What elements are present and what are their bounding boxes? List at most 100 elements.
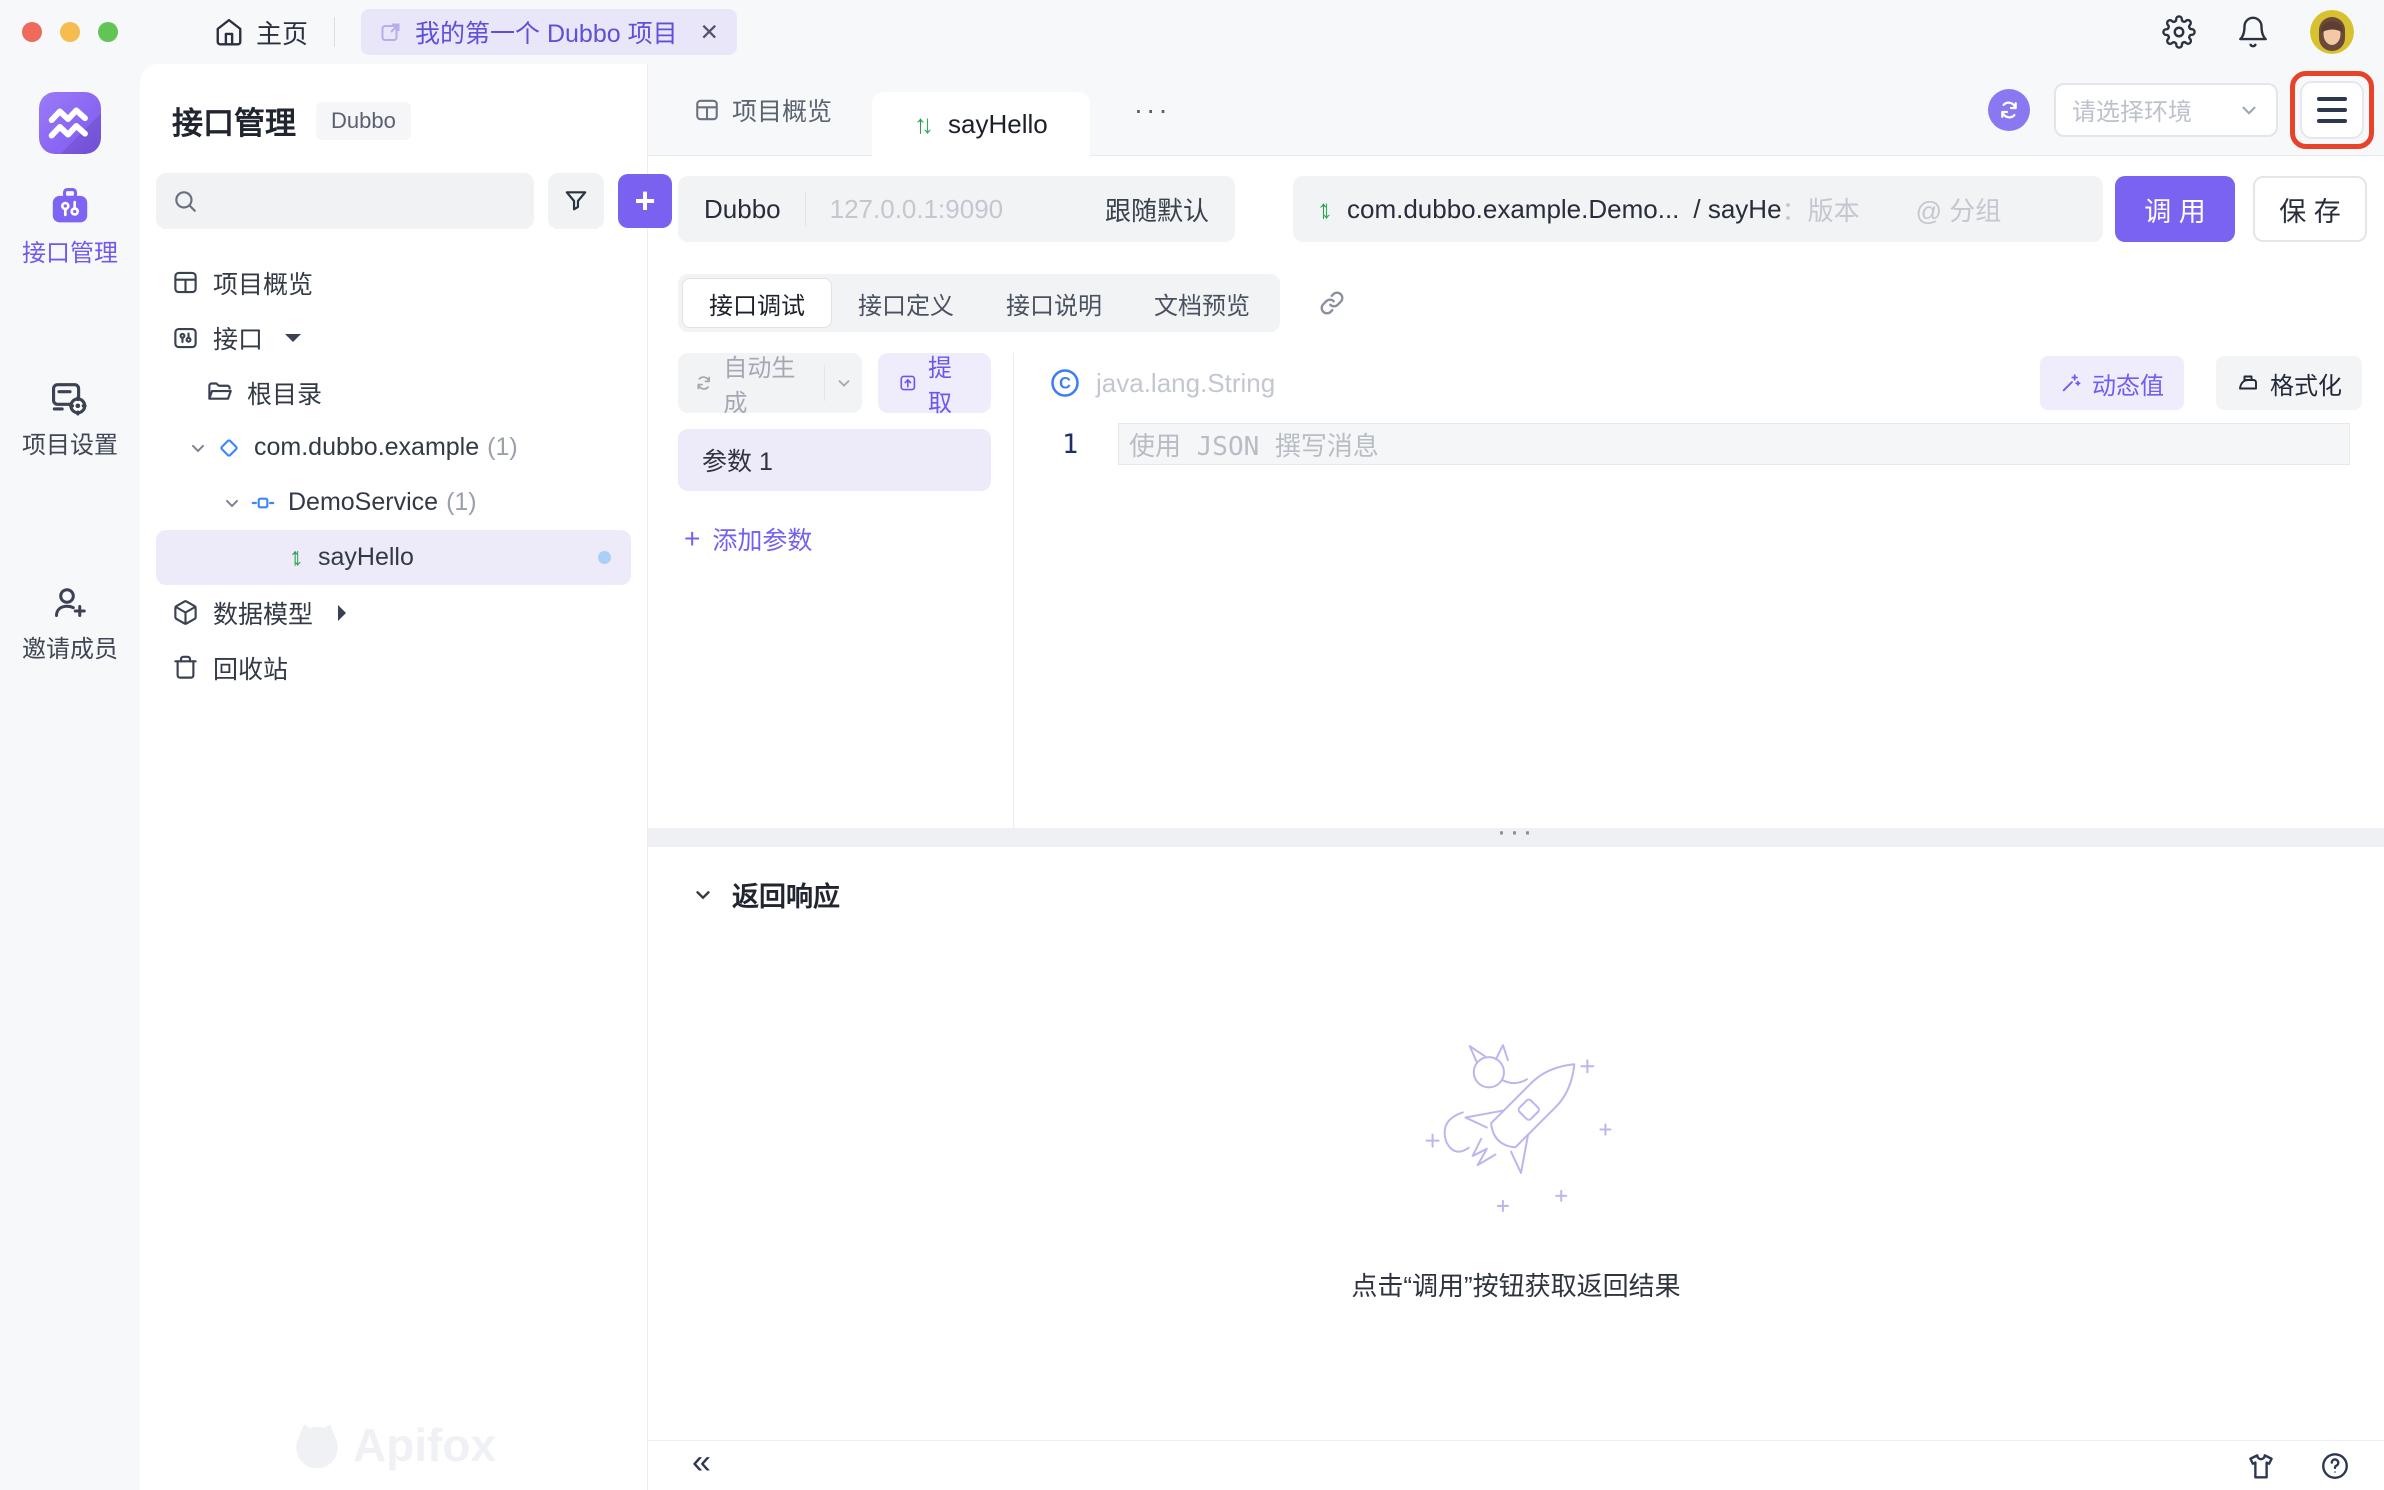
- tree-label: 项目概览: [213, 265, 313, 301]
- user-avatar[interactable]: [2310, 10, 2354, 54]
- json-editor[interactable]: 1 使用 JSON 撰写消息: [1014, 413, 2384, 828]
- apifox-logo[interactable]: [39, 92, 101, 154]
- dynamic-value-button[interactable]: 动态值: [2040, 356, 2184, 410]
- service-node-icon: [250, 490, 276, 516]
- person-add-icon: [51, 584, 89, 620]
- chevron-down-icon[interactable]: [188, 438, 208, 458]
- line-number: 1: [1062, 429, 1078, 460]
- method-name[interactable]: / sayHe: [1693, 194, 1781, 225]
- version-input[interactable]: 版本: [1808, 191, 1860, 228]
- rail-item-api-management[interactable]: 接口管理: [22, 188, 118, 268]
- subtab-debug[interactable]: 接口调试: [682, 278, 832, 328]
- project-tab[interactable]: 我的第一个 Dubbo 项目 ✕: [361, 9, 737, 55]
- sidebar-item-trash[interactable]: 回收站: [156, 640, 631, 695]
- api-debug-content: Dubbo 127.0.0.1:9090 跟随默认 ↑↓ com.dubbo.e…: [648, 156, 2384, 1490]
- tree-label: com.dubbo.example: [254, 433, 479, 462]
- service-name[interactable]: com.dubbo.example.Demo...: [1347, 194, 1679, 225]
- tab-project-overview[interactable]: 项目概览: [694, 92, 832, 128]
- api-box-icon: [172, 324, 199, 351]
- environment-select[interactable]: 请选择环境: [2054, 83, 2278, 137]
- add-button[interactable]: +: [618, 174, 672, 228]
- editor-current-line[interactable]: 使用 JSON 撰写消息: [1118, 423, 2350, 465]
- autogen-label: 自动生成: [723, 348, 808, 418]
- refresh-icon: [694, 372, 713, 394]
- settings-gear-icon[interactable]: [2162, 15, 2196, 49]
- tree-item-package[interactable]: com.dubbo.example (1): [156, 420, 631, 475]
- tab-label: sayHello: [948, 109, 1048, 140]
- protocol-label[interactable]: Dubbo: [704, 194, 781, 225]
- response-header[interactable]: 返回响应: [692, 875, 840, 914]
- subtab-definition[interactable]: 接口定义: [832, 278, 980, 328]
- panel-splitter[interactable]: ···: [648, 829, 2384, 847]
- empty-state-text: 点击“调用”按钮获取返回结果: [1351, 1266, 1680, 1303]
- close-icon[interactable]: ✕: [700, 19, 719, 46]
- invoke-button[interactable]: 调 用: [2115, 176, 2235, 242]
- rail-item-invite-members[interactable]: 邀请成员: [22, 584, 118, 664]
- sync-button[interactable]: [1988, 89, 2030, 131]
- caret-right-icon[interactable]: [338, 605, 354, 621]
- group-input[interactable]: @ 分组: [1916, 191, 2002, 228]
- sidebar-item-api-section[interactable]: 接口: [156, 310, 631, 365]
- sidebar-item-project-overview[interactable]: 项目概览: [156, 255, 631, 310]
- updown-arrows-icon: ↑↓: [289, 543, 304, 572]
- subtab-description[interactable]: 接口说明: [980, 278, 1128, 328]
- address-input[interactable]: 127.0.0.1:9090: [830, 194, 1105, 225]
- tree-item-service[interactable]: DemoService (1): [156, 475, 631, 530]
- subtab-doc-preview[interactable]: 文档预览: [1128, 278, 1276, 328]
- help-icon[interactable]: [2320, 1451, 2350, 1481]
- param-type[interactable]: java.lang.String: [1096, 368, 1275, 399]
- endpoint-group[interactable]: Dubbo 127.0.0.1:9090 跟随默认: [678, 176, 1235, 242]
- more-tabs-button[interactable]: ···: [1134, 94, 1171, 126]
- api-subtabs: 接口调试 接口定义 接口说明 文档预览: [678, 274, 2384, 332]
- chevron-down-icon[interactable]: [825, 374, 862, 392]
- layout-grid-icon: [694, 97, 720, 123]
- sidebar-item-data-models[interactable]: 数据模型: [156, 585, 631, 640]
- unsaved-dot: [598, 551, 611, 564]
- follow-default-label[interactable]: 跟随默认: [1105, 191, 1209, 228]
- external-link-icon: [379, 20, 403, 44]
- param-item-1[interactable]: 参数 1: [678, 429, 991, 491]
- params-list-panel: 自动生成 提取 参数 1: [648, 353, 1014, 828]
- response-title: 返回响应: [732, 875, 840, 914]
- rail-item-label: 邀请成员: [22, 629, 118, 664]
- home-icon: [214, 17, 244, 47]
- collapse-sidebar-icon[interactable]: «: [692, 1443, 711, 1482]
- project-tab-label: 我的第一个 Dubbo 项目: [415, 14, 678, 50]
- response-section: 返回响应: [648, 847, 2384, 1440]
- window-titlebar: 主页 我的第一个 Dubbo 项目 ✕: [0, 0, 2384, 64]
- tree-label: sayHello: [318, 543, 414, 572]
- window-zoom-light[interactable]: [98, 22, 118, 42]
- folder-icon: [206, 379, 233, 406]
- tab-sayhello-active[interactable]: ↑↓ sayHello: [872, 92, 1090, 156]
- tree-item-root-folder[interactable]: 根目录: [156, 365, 631, 420]
- window-minimize-light[interactable]: [60, 22, 80, 42]
- rail-item-label: 接口管理: [22, 233, 118, 268]
- filter-button[interactable]: [548, 173, 604, 229]
- notifications-bell-icon[interactable]: [2236, 15, 2270, 49]
- add-param-button[interactable]: + 添加参数: [678, 521, 991, 557]
- api-toolbox-icon: [51, 188, 89, 224]
- home-button[interactable]: 主页: [214, 14, 308, 51]
- plus-icon: +: [684, 523, 700, 555]
- service-method-group[interactable]: ↑↓ com.dubbo.example.Demo... / sayHe ： 版…: [1293, 176, 2103, 242]
- autogen-button[interactable]: 自动生成: [678, 353, 862, 413]
- format-button[interactable]: 格式化: [2216, 356, 2362, 410]
- window-close-light[interactable]: [22, 22, 42, 42]
- project-settings-icon: [51, 380, 89, 416]
- extract-button[interactable]: 提取: [878, 353, 991, 413]
- tree-item-method-sayhello[interactable]: ↑↓ sayHello: [156, 530, 631, 585]
- link-icon[interactable]: [1318, 289, 1346, 317]
- chevron-down-icon: [2238, 99, 2260, 121]
- rail-item-project-settings[interactable]: 项目设置: [22, 380, 118, 460]
- fox-rocket-illustration: [1410, 1022, 1622, 1218]
- chevron-down-icon[interactable]: [222, 493, 242, 513]
- extract-icon: [898, 372, 918, 394]
- search-input[interactable]: [156, 173, 534, 229]
- environment-placeholder: 请选择环境: [2072, 92, 2192, 127]
- search-field[interactable]: [208, 187, 518, 215]
- hamburger-menu-button[interactable]: [2300, 81, 2364, 139]
- theme-tshirt-icon[interactable]: [2246, 1451, 2276, 1481]
- caret-down-icon[interactable]: [285, 334, 301, 350]
- save-button[interactable]: 保 存: [2253, 176, 2367, 242]
- param-editor-panel: C java.lang.String 动态值 格式化 1: [1014, 353, 2384, 828]
